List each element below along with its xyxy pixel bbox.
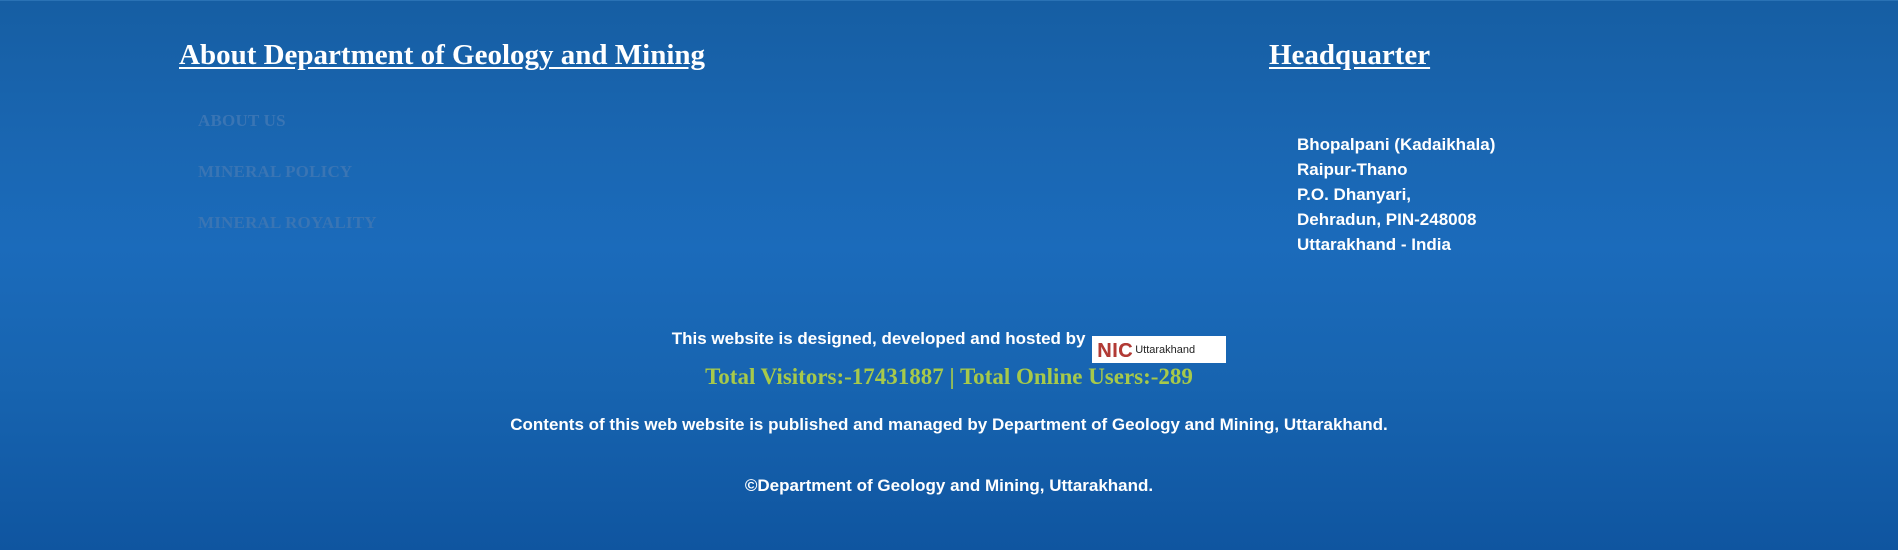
about-links-list: ABOUT US MINERAL POLICY MINERAL ROYALITY bbox=[198, 111, 377, 264]
designed-by-text: This website is designed, developed and … bbox=[671, 329, 1086, 348]
headquarter-address: Bhopalpani (Kadaikhala) Raipur-Thano P.O… bbox=[1297, 132, 1495, 257]
headquarter-heading: Headquarter bbox=[1269, 39, 1431, 71]
about-us-link[interactable]: ABOUT US bbox=[198, 111, 286, 130]
site-footer: About Department of Geology and Mining A… bbox=[0, 0, 1898, 550]
managed-by-text: Contents of this web website is publishe… bbox=[510, 415, 1388, 434]
headquarter-section: Headquarter Bhopalpani (Kadaikhala) Raip… bbox=[1269, 39, 1495, 254]
mineral-policy-link[interactable]: MINERAL POLICY bbox=[198, 162, 352, 181]
about-section: About Department of Geology and Mining A… bbox=[179, 39, 706, 232]
address-line: Bhopalpani (Kadaikhala) bbox=[1297, 135, 1496, 154]
address-line: P.O. Dhanyari, bbox=[1297, 185, 1412, 204]
mineral-royality-link[interactable]: MINERAL ROYALITY bbox=[198, 213, 377, 232]
nic-logo-mark: NIC bbox=[1097, 340, 1134, 362]
about-link-item: MINERAL POLICY bbox=[198, 162, 377, 213]
about-heading: About Department of Geology and Mining bbox=[179, 39, 706, 71]
address-line: Uttarakhand - India bbox=[1297, 235, 1451, 254]
nic-logo-state: Uttarakhand bbox=[1135, 344, 1196, 356]
address-line: Dehradun, PIN-248008 bbox=[1297, 210, 1477, 229]
about-link-item: MINERAL ROYALITY bbox=[198, 213, 377, 264]
address-line: Raipur-Thano bbox=[1297, 160, 1408, 179]
designed-by-line: This website is designed, developed and … bbox=[0, 328, 1898, 363]
nic-uttarakhand-logo[interactable]: NIC Uttarakhand bbox=[1092, 336, 1227, 363]
visitor-counter: Total Visitors:-17431887 | Total Online … bbox=[705, 364, 1193, 389]
about-link-item: ABOUT US bbox=[198, 111, 377, 162]
copyright-text: ©Department of Geology and Mining, Uttar… bbox=[744, 476, 1154, 495]
